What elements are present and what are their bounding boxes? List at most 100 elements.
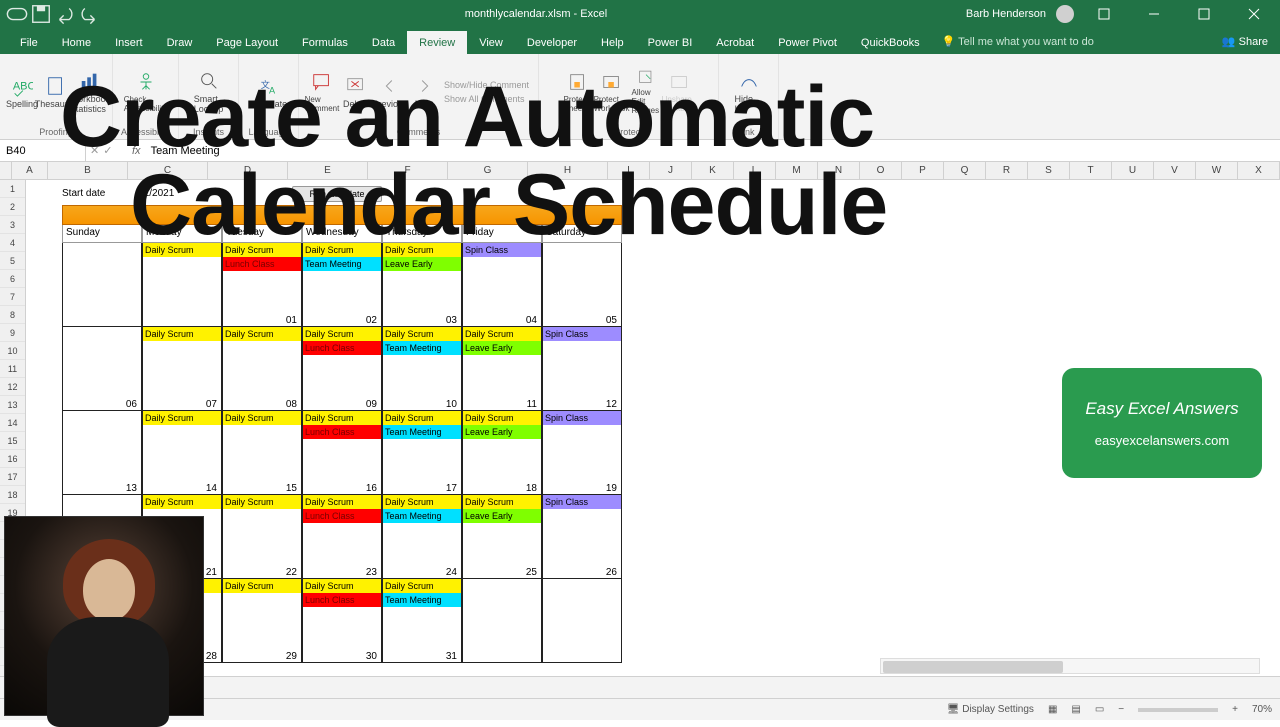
start-date-value[interactable]: 8/1/2021 [135, 188, 174, 199]
calendar-event[interactable]: Daily Scrum [383, 327, 461, 341]
col-header[interactable]: M [776, 162, 818, 179]
row-header[interactable]: 7 [0, 288, 25, 306]
col-header[interactable]: C [128, 162, 208, 179]
calendar-event[interactable]: Daily Scrum [383, 243, 461, 257]
calendar-event[interactable]: Team Meeting [383, 509, 461, 523]
calendar-event[interactable]: Daily Scrum [383, 495, 461, 509]
calendar-event[interactable]: Team Meeting [303, 257, 381, 271]
zoom-level[interactable]: 70% [1252, 704, 1272, 715]
calendar-day[interactable]: Daily Scrum [142, 243, 222, 327]
show-hide-comment[interactable]: Show/Hide Comment [444, 80, 529, 90]
row-header[interactable]: 11 [0, 360, 25, 378]
col-header[interactable]: G [448, 162, 528, 179]
tab-draw[interactable]: Draw [155, 31, 205, 54]
translate-button[interactable]: 文ATranslate [255, 69, 283, 115]
calendar-day[interactable]: Spin Class19 [542, 411, 622, 495]
col-header[interactable]: R [986, 162, 1028, 179]
avatar[interactable] [1056, 5, 1074, 23]
calendar-day[interactable]: Daily ScrumTeam Meeting17 [382, 411, 462, 495]
check-accessibility-button[interactable]: Check Accessibility [132, 69, 160, 115]
tab-formulas[interactable]: Formulas [290, 31, 360, 54]
col-header[interactable]: V [1154, 162, 1196, 179]
row-header[interactable]: 3 [0, 216, 25, 234]
col-header[interactable]: L [734, 162, 776, 179]
zoom-slider[interactable] [1138, 708, 1218, 712]
view-page-icon[interactable]: ▤ [1071, 704, 1080, 715]
undo-icon[interactable] [54, 3, 76, 25]
calendar-event[interactable]: Daily Scrum [303, 327, 381, 341]
row-header[interactable]: 12 [0, 378, 25, 396]
calendar-event[interactable]: Daily Scrum [383, 579, 461, 593]
row-header[interactable]: 18 [0, 486, 25, 504]
tab-file[interactable]: File [8, 31, 50, 54]
calendar-event[interactable]: Daily Scrum [383, 411, 461, 425]
calendar-day[interactable]: Daily Scrum29 [222, 579, 302, 663]
ribbon-options-icon[interactable] [1084, 0, 1124, 28]
tab-view[interactable]: View [467, 31, 515, 54]
calendar-event[interactable]: Daily Scrum [223, 411, 301, 425]
tab-review[interactable]: Review [407, 31, 467, 54]
calendar-day[interactable]: Daily Scrum14 [142, 411, 222, 495]
calendar-event[interactable]: Spin Class [463, 243, 541, 257]
row-header[interactable]: 2 [0, 198, 25, 216]
maximize-icon[interactable] [1184, 0, 1224, 28]
calendar-event[interactable]: Daily Scrum [463, 495, 541, 509]
spelling-button[interactable]: ABCSpelling [8, 69, 36, 115]
calendar-day[interactable]: Spin Class26 [542, 495, 622, 579]
zoom-in-icon[interactable]: + [1232, 704, 1238, 715]
row-header[interactable]: 9 [0, 324, 25, 342]
tab-acrobat[interactable]: Acrobat [704, 31, 766, 54]
calendar-event[interactable]: Lunch Class [303, 425, 381, 439]
share-button[interactable]: 👥 Share [1210, 29, 1280, 54]
calendar-day[interactable]: Daily ScrumLunch Class09 [302, 327, 382, 411]
calendar-day[interactable]: Daily Scrum22 [222, 495, 302, 579]
calendar-event[interactable]: Lunch Class [303, 341, 381, 355]
calendar-event[interactable]: Leave Early [463, 341, 541, 355]
calendar-day[interactable]: Daily ScrumTeam Meeting31 [382, 579, 462, 663]
col-header[interactable]: A [12, 162, 48, 179]
col-header[interactable]: J [650, 162, 692, 179]
col-header[interactable]: B [48, 162, 128, 179]
thesaurus-button[interactable]: Thesaurus [42, 69, 70, 115]
zoom-out-icon[interactable]: − [1118, 704, 1124, 715]
calendar-day[interactable]: Daily ScrumLeave Early18 [462, 411, 542, 495]
col-header[interactable]: S [1028, 162, 1070, 179]
tab-insert[interactable]: Insert [103, 31, 155, 54]
col-header[interactable]: N [818, 162, 860, 179]
calendar-event[interactable]: Team Meeting [383, 341, 461, 355]
calendar-day[interactable]: Daily ScrumTeam Meeting02 [302, 243, 382, 327]
tab-help[interactable]: Help [589, 31, 636, 54]
row-header[interactable]: 5 [0, 252, 25, 270]
close-icon[interactable] [1234, 0, 1274, 28]
row-header[interactable]: 6 [0, 270, 25, 288]
smart-lookup-button[interactable]: Smart Lookup [195, 69, 223, 115]
run-macro-button[interactable]: Run with date [292, 186, 382, 202]
row-header[interactable]: 10 [0, 342, 25, 360]
calendar-event[interactable]: Daily Scrum [303, 579, 381, 593]
row-header[interactable]: 1 [0, 180, 25, 198]
tab-developer[interactable]: Developer [515, 31, 589, 54]
allow-edit-button[interactable]: Allow Edit Ranges [632, 69, 660, 115]
calendar-event[interactable]: Daily Scrum [303, 243, 381, 257]
calendar-day[interactable]: Daily ScrumLunch Class23 [302, 495, 382, 579]
calendar-day[interactable]: Daily ScrumLeave Early25 [462, 495, 542, 579]
unshare-button[interactable]: Unshare Workbook [666, 69, 694, 115]
fx-icon[interactable]: fx [126, 145, 147, 157]
calendar-day[interactable]: Daily ScrumLunch Class16 [302, 411, 382, 495]
calendar-event[interactable]: Team Meeting [383, 593, 461, 607]
calendar-event[interactable]: Leave Early [383, 257, 461, 271]
calendar-event[interactable]: Daily Scrum [463, 327, 541, 341]
col-header[interactable]: K [692, 162, 734, 179]
calendar-event[interactable]: Daily Scrum [143, 327, 221, 341]
row-header[interactable]: 16 [0, 450, 25, 468]
col-header[interactable]: P [902, 162, 944, 179]
tell-me[interactable]: 💡 Tell me what you want to do [932, 29, 1104, 54]
calendar-day[interactable]: 06 [62, 327, 142, 411]
col-header[interactable]: X [1238, 162, 1280, 179]
autosave-toggle[interactable] [6, 3, 28, 25]
calendar-event[interactable]: Lunch Class [303, 509, 381, 523]
row-header[interactable]: 4 [0, 234, 25, 252]
col-header[interactable]: F [368, 162, 448, 179]
row-header[interactable]: 17 [0, 468, 25, 486]
calendar-event[interactable]: Daily Scrum [223, 243, 301, 257]
